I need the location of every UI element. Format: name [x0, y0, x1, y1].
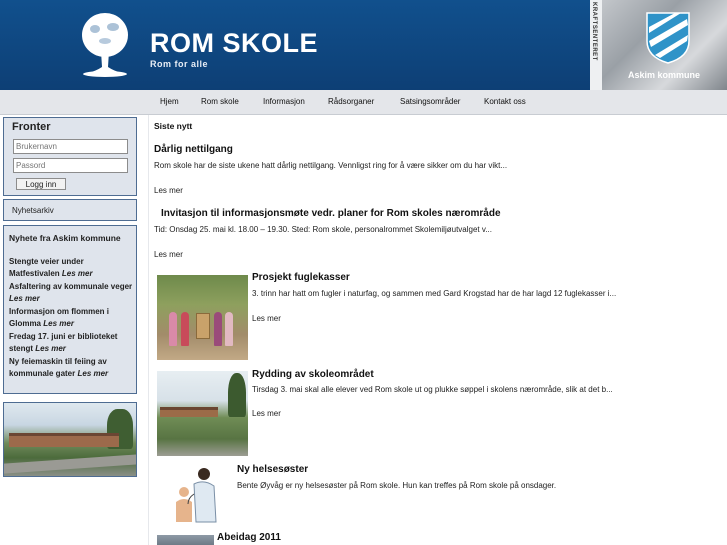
article-title[interactable]: Dårlig nettilgang: [154, 144, 233, 155]
fronter-login-box: Fronter Logg inn: [3, 117, 137, 196]
read-more-link[interactable]: Les mer: [43, 319, 74, 328]
list-item: Informasjon om flommen i Glomma Les mer: [9, 306, 133, 330]
site-header: ROM SKOLE Rom for alle KRAFTSENTERET Ask…: [0, 0, 727, 90]
list-item: Ny feiemaskin til feiing av kommunale ga…: [9, 356, 133, 380]
tree-shape: [228, 373, 246, 417]
tree-logo-icon[interactable]: [80, 11, 130, 77]
article-text: Bente Øyvåg er ny helsesøster på Rom sko…: [237, 481, 557, 490]
article-text: Tirsdag 3. mai skal alle elever ved Rom …: [252, 385, 613, 394]
login-button[interactable]: Logg inn: [16, 178, 66, 190]
child-figure: [225, 312, 233, 346]
nurse-illustration-icon: [176, 468, 217, 523]
child-figure: [214, 312, 222, 346]
road-shape: [4, 454, 136, 474]
list-item: Asfaltering av kommunale veger Les mer: [9, 281, 133, 305]
article-title[interactable]: Ny helsesøster: [237, 464, 308, 475]
building-shape: [160, 407, 218, 417]
side-strip: KRAFTSENTERET: [590, 0, 602, 90]
password-input[interactable]: [13, 158, 128, 173]
nav-item-informasjon[interactable]: Informasjon: [263, 97, 305, 106]
main-nav: Hjem Rom skole Informasjon Rådsorganer S…: [0, 90, 727, 115]
askim-crest-icon[interactable]: [645, 11, 691, 65]
nav-item-hjem[interactable]: Hjem: [160, 97, 179, 106]
article-text: Tid: Onsdag 25. mai kl. 18.00 – 19.30. S…: [154, 225, 492, 234]
child-figure: [181, 312, 189, 346]
news-archive-link[interactable]: Nyhetsarkiv: [12, 206, 54, 215]
read-more-link[interactable]: Les mer: [252, 409, 281, 418]
section-title: Siste nytt: [154, 121, 193, 131]
read-more-link[interactable]: Les mer: [77, 369, 108, 378]
login-heading: Fronter: [12, 121, 51, 133]
header-photo: KRAFTSENTERET Askim kommune: [590, 0, 727, 90]
nav-item-radsorganer[interactable]: Rådsorganer: [328, 97, 374, 106]
municipality-name: Askim kommune: [628, 70, 701, 80]
askim-news-heading: Nyhete fra Askim kommune: [9, 233, 121, 243]
article-title[interactable]: Invitasjon til informasjonsmøte vedr. pl…: [161, 208, 501, 219]
article-title[interactable]: Prosjekt fuglekasser: [252, 272, 350, 283]
article-thumbnail[interactable]: [157, 535, 214, 545]
read-more-link[interactable]: Les mer: [62, 269, 93, 278]
nav-item-rom-skole[interactable]: Rom skole: [201, 97, 239, 106]
nav-item-kontakt-oss[interactable]: Kontakt oss: [484, 97, 526, 106]
article-title[interactable]: Abeidag 2011: [217, 532, 281, 543]
child-figure: [169, 312, 177, 346]
side-strip-text: KRAFTSENTERET: [591, 2, 597, 61]
askim-news-list: Stengte veier under Matfestivalen Les me…: [9, 256, 133, 381]
site-subtitle: Rom for alle: [150, 59, 209, 69]
list-item: Stengte veier under Matfestivalen Les me…: [9, 256, 133, 280]
read-more-link[interactable]: Les mer: [154, 250, 183, 259]
news-item-text: Asfaltering av kommunale veger: [9, 282, 133, 291]
birdhouse-shape: [196, 313, 210, 339]
askim-news-box: Nyhete fra Askim kommune Stengte veier u…: [3, 225, 137, 394]
site-title[interactable]: ROM SKOLE: [150, 28, 318, 59]
nav-item-satsingsomrader[interactable]: Satsingsområder: [400, 97, 460, 106]
read-more-link[interactable]: Les mer: [35, 344, 66, 353]
read-more-link[interactable]: Les mer: [9, 294, 40, 303]
article-thumbnail[interactable]: [174, 464, 219, 524]
list-item: Fredag 17. juni er biblioteket stengt Le…: [9, 331, 133, 355]
article-thumbnail[interactable]: [157, 371, 248, 456]
article-text: Rom skole har de siste ukene hatt dårlig…: [154, 161, 508, 170]
article-title[interactable]: Rydding av skoleområdet: [252, 369, 374, 380]
building-shape: [9, 433, 119, 447]
main-content: Siste nytt Dårlig nettilgang Rom skole h…: [148, 115, 712, 545]
username-input[interactable]: [13, 139, 128, 154]
article-thumbnail[interactable]: [157, 275, 248, 360]
article-text: 3. trinn har hatt om fugler i naturfag, …: [252, 289, 617, 298]
read-more-link[interactable]: Les mer: [252, 314, 281, 323]
read-more-link[interactable]: Les mer: [154, 186, 183, 195]
school-photo: [3, 402, 137, 477]
news-archive-box: Nyhetsarkiv: [3, 199, 137, 221]
